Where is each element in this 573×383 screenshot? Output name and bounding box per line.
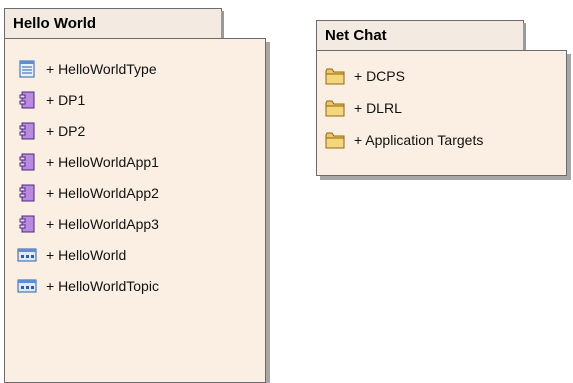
package-title: Hello World xyxy=(13,15,97,32)
item-label: + HelloWorldApp2 xyxy=(46,185,159,201)
folder-icon xyxy=(324,130,346,150)
list-item[interactable]: + HelloWorldApp2 xyxy=(16,182,159,204)
list-item[interactable]: + HelloWorldApp1 xyxy=(16,151,159,173)
item-label: + DCPS xyxy=(354,68,405,84)
package-tab[interactable]: Net Chat xyxy=(316,20,526,51)
package-net-chat[interactable]: Net Chat + DCPS + DLRL + Application Tar… xyxy=(316,20,573,180)
item-label: + HelloWorldApp3 xyxy=(46,216,159,232)
component-icon xyxy=(16,121,38,141)
package-hello-world[interactable]: Hello World + HelloWorldType + DP1 + DP2… xyxy=(4,8,274,383)
package-tab[interactable]: Hello World xyxy=(4,8,224,39)
package-title: Net Chat xyxy=(325,27,387,44)
list-item[interactable]: + DCPS xyxy=(324,65,405,87)
list-item[interactable]: + DP2 xyxy=(16,120,85,142)
item-label: + HelloWorldTopic xyxy=(46,278,159,294)
component-icon xyxy=(16,90,38,110)
list-item[interactable]: + Application Targets xyxy=(324,129,483,151)
folder-icon xyxy=(324,66,346,86)
component-icon xyxy=(16,183,38,203)
list-item[interactable]: + HelloWorldTopic xyxy=(16,275,159,297)
list-item[interactable]: + DLRL xyxy=(324,97,402,119)
list-item[interactable]: + HelloWorldType xyxy=(16,58,157,80)
item-label: + HelloWorld xyxy=(46,247,127,263)
item-label: + DP1 xyxy=(46,92,86,108)
component-icon xyxy=(16,152,38,172)
topic-icon xyxy=(16,276,38,296)
list-item[interactable]: + DP1 xyxy=(16,89,85,111)
folder-icon xyxy=(324,98,346,118)
topic-icon xyxy=(16,245,38,265)
item-label: + DLRL xyxy=(354,100,402,116)
list-item[interactable]: + HelloWorldApp3 xyxy=(16,213,159,235)
list-item[interactable]: + HelloWorld xyxy=(16,244,126,266)
item-label: + DP2 xyxy=(46,123,86,139)
component-icon xyxy=(16,214,38,234)
item-label: + HelloWorldType xyxy=(46,61,157,77)
item-label: + Application Targets xyxy=(354,132,484,148)
datatype-icon xyxy=(16,59,38,79)
item-label: + HelloWorldApp1 xyxy=(46,154,159,170)
